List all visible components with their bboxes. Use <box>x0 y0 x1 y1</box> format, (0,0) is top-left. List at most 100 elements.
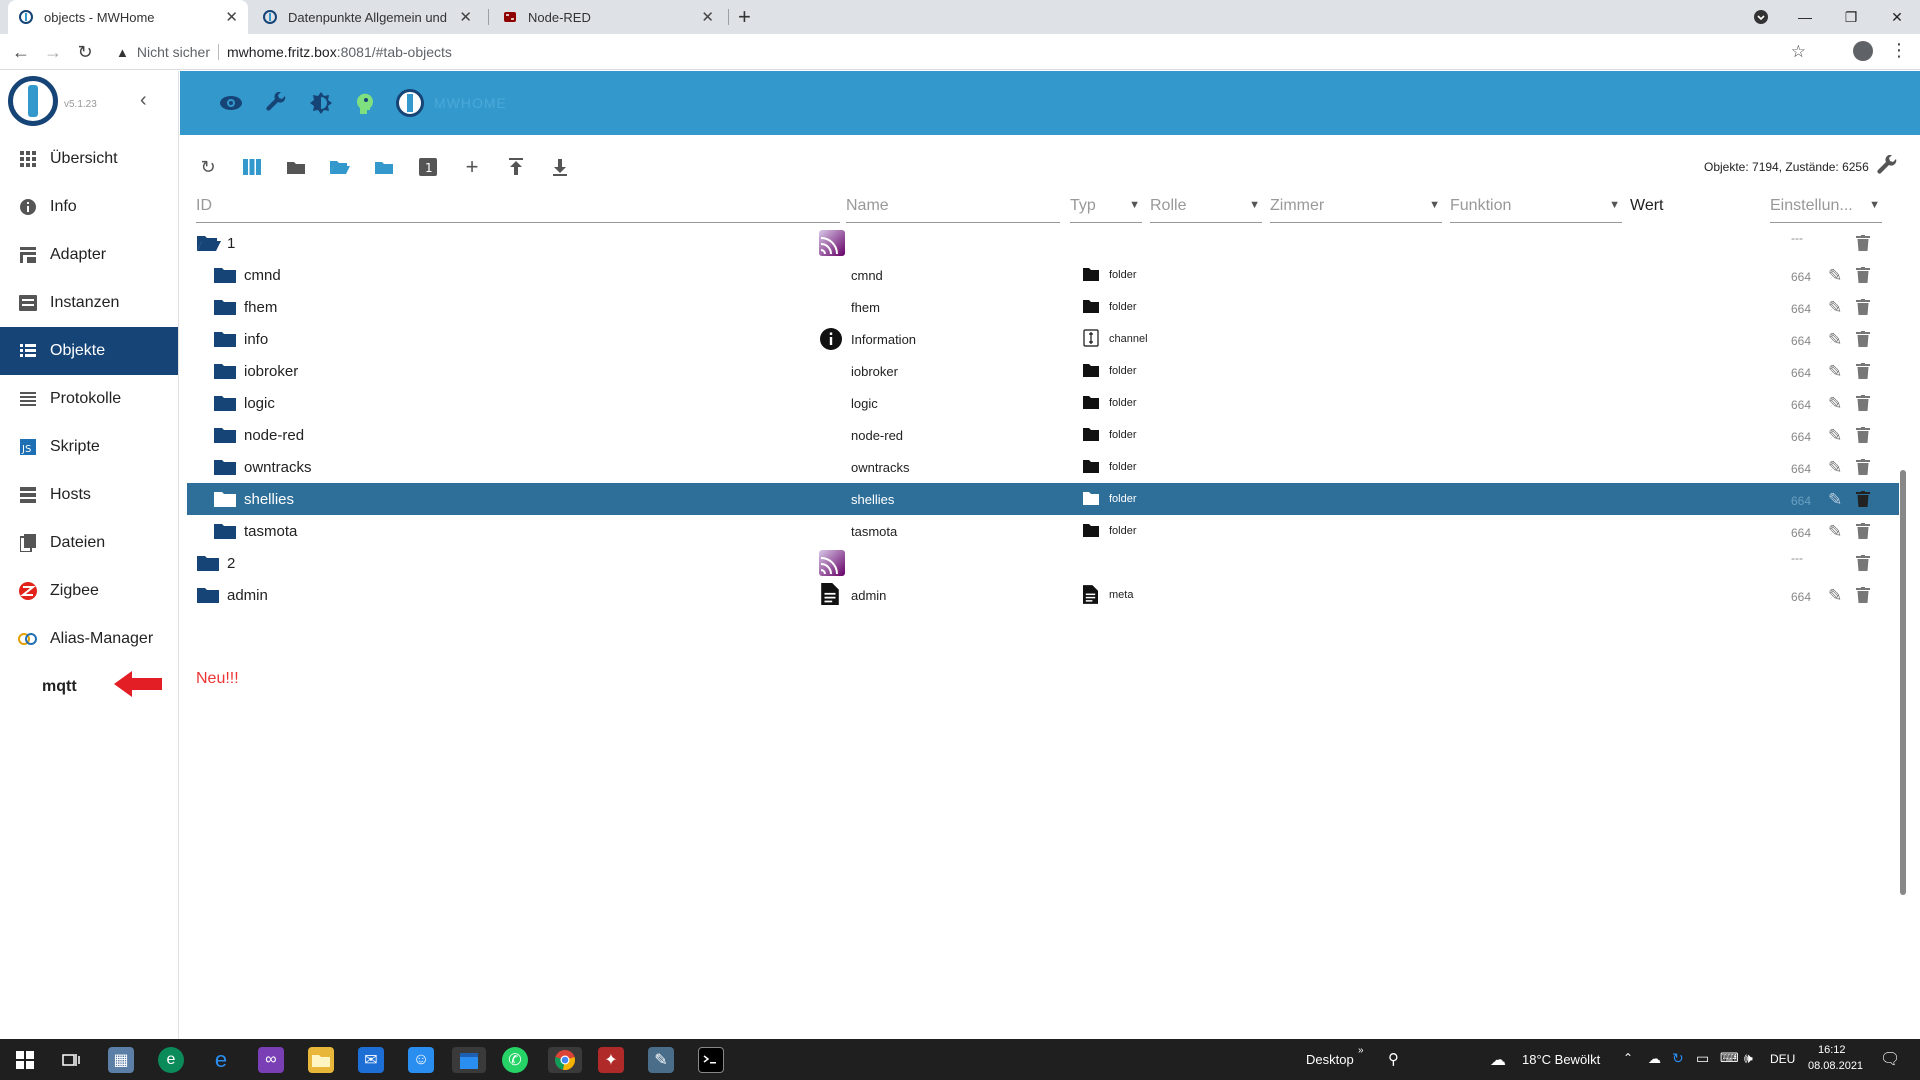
sidebar-item-skripte[interactable]: JS Skripte <box>0 423 178 471</box>
delete-trash-icon[interactable] <box>1856 267 1870 283</box>
close-icon[interactable]: ✕ <box>459 8 472 26</box>
folder-icon[interactable] <box>214 459 236 475</box>
volume-icon[interactable]: 🕪 <box>1744 1050 1753 1067</box>
visual-studio-icon[interactable]: ∞ <box>258 1047 284 1073</box>
language-label[interactable]: DEU <box>1770 1052 1795 1066</box>
delete-trash-icon[interactable] <box>1856 587 1870 603</box>
folder-icon[interactable] <box>214 363 236 379</box>
delete-trash-icon[interactable] <box>1856 427 1870 443</box>
people-search-icon[interactable]: ⚲ <box>1388 1050 1399 1068</box>
show-hidden-icons-icon[interactable]: ⌃ <box>1623 1051 1633 1065</box>
edit-pencil-icon[interactable]: ✎ <box>1828 330 1842 350</box>
sidebar-item-adapter[interactable]: Adapter <box>0 231 178 279</box>
delete-trash-icon[interactable] <box>1856 363 1870 379</box>
notifications-icon[interactable]: 🗨 <box>1880 1049 1900 1069</box>
edit-pencil-icon[interactable]: ✎ <box>1828 586 1842 606</box>
delete-trash-icon[interactable] <box>1856 235 1870 251</box>
edge-icon[interactable]: e <box>158 1047 184 1073</box>
window-close-icon[interactable]: ✕ <box>1874 0 1920 34</box>
sidebar-item-info[interactable]: Info <box>0 183 178 231</box>
delete-trash-icon[interactable] <box>1856 331 1870 347</box>
room-filter-select[interactable]: Zimmer ▼ <box>1270 193 1442 223</box>
ime-icon[interactable]: ⌨ <box>1720 1050 1739 1066</box>
delete-trash-icon[interactable] <box>1856 523 1870 539</box>
clock-time[interactable]: 16:12 <box>1818 1044 1846 1056</box>
table-row[interactable]: iobroker iobroker folder 664 ✎ <box>187 355 1899 387</box>
whatsapp-icon[interactable]: ✆ <box>502 1047 528 1073</box>
sidebar-item-instanzen[interactable]: Instanzen <box>0 279 178 327</box>
insecure-label[interactable]: Nicht sicher <box>137 44 210 60</box>
edit-pencil-icon[interactable]: ✎ <box>1828 522 1842 542</box>
upload-icon[interactable] <box>504 155 528 179</box>
table-row[interactable]: info Information channel 664 ✎ <box>187 323 1899 355</box>
folder-open-icon[interactable] <box>328 155 352 179</box>
tab-node-red[interactable]: Node-RED ✕ <box>492 0 724 34</box>
eye-icon[interactable] <box>216 88 246 118</box>
function-filter-select[interactable]: Funktion ▼ <box>1450 193 1622 223</box>
sidebar-item-uebersicht[interactable]: Übersicht <box>0 135 178 183</box>
folder-icon[interactable] <box>214 331 236 347</box>
close-icon[interactable]: ✕ <box>701 8 714 26</box>
folder-icon[interactable] <box>197 555 219 571</box>
folder-open-icon[interactable] <box>197 235 221 251</box>
edit-pencil-icon[interactable]: ✎ <box>1828 298 1842 318</box>
edit-pencil-icon[interactable]: ✎ <box>1828 458 1842 478</box>
expert-mode-icon[interactable] <box>351 88 381 118</box>
add-icon[interactable]: + <box>460 154 484 179</box>
sidebar-item-protokolle[interactable]: Protokolle <box>0 375 178 423</box>
reload-icon[interactable]: ↻ <box>74 42 96 63</box>
mail-icon[interactable]: ✉ <box>358 1047 384 1073</box>
chrome-icon[interactable] <box>548 1047 582 1073</box>
delete-trash-icon[interactable] <box>1856 491 1870 507</box>
type-filter-select[interactable]: Typ ▼ <box>1070 193 1142 223</box>
back-icon[interactable]: ← <box>10 42 32 63</box>
warning-icon[interactable]: ▲ <box>116 45 129 60</box>
browser-menu-icon[interactable]: ⋮ <box>1890 40 1908 61</box>
table-row[interactable]: logic logic folder 664 ✎ <box>187 387 1899 419</box>
folder-icon[interactable] <box>214 267 236 283</box>
settings-wrench-icon[interactable] <box>1876 154 1898 183</box>
sidebar-item-hosts[interactable]: Hosts <box>0 471 178 519</box>
folder-icon[interactable] <box>284 155 308 179</box>
weather-label[interactable]: 18°C Bewölkt <box>1522 1052 1600 1067</box>
edit-pencil-icon[interactable]: ✎ <box>1828 394 1842 414</box>
chevron-double-icon[interactable]: » <box>1358 1045 1364 1056</box>
forward-icon[interactable]: → <box>42 42 64 63</box>
edit-pencil-icon[interactable]: ✎ <box>1828 426 1842 446</box>
settings-filter-select[interactable]: Einstellun... ▼ <box>1770 193 1882 223</box>
network-icon[interactable]: ▭ <box>1696 1050 1709 1067</box>
file-explorer-icon[interactable] <box>308 1047 334 1073</box>
sidebar-item-objekte[interactable]: Objekte <box>0 327 178 375</box>
calendar-app-icon[interactable] <box>452 1047 486 1073</box>
folder-icon[interactable] <box>214 491 236 507</box>
restore-icon[interactable]: ❐ <box>1828 0 1874 34</box>
table-row[interactable]: tasmota tasmota folder 664 ✎ <box>187 515 1899 547</box>
terminal-icon[interactable] <box>698 1047 724 1073</box>
id-filter-input[interactable]: ID <box>196 193 840 223</box>
table-row[interactable]: fhem fhem folder 664 ✎ <box>187 291 1899 323</box>
sync-icon[interactable]: ↻ <box>1672 1050 1684 1067</box>
sidebar-item-alias-manager[interactable]: Alias-Manager <box>0 615 178 663</box>
scrollbar-thumb[interactable] <box>1900 470 1906 895</box>
profile-avatar-icon[interactable] <box>1853 41 1873 61</box>
folder-closed-icon[interactable] <box>372 155 396 179</box>
edit-pencil-icon[interactable]: ✎ <box>1828 362 1842 382</box>
people-icon[interactable]: ☺ <box>408 1047 434 1073</box>
internet-explorer-icon[interactable]: e <box>208 1047 234 1073</box>
minimize-icon[interactable]: — <box>1782 0 1828 34</box>
delete-trash-icon[interactable] <box>1856 459 1870 475</box>
clock-date[interactable]: 08.08.2021 <box>1808 1060 1863 1072</box>
download-icon[interactable] <box>548 155 572 179</box>
tab-search-icon[interactable] <box>1738 0 1784 34</box>
edit-pencil-icon[interactable]: ✎ <box>1828 490 1842 510</box>
onedrive-icon[interactable]: ☁ <box>1648 1051 1661 1067</box>
folder-icon[interactable] <box>214 299 236 315</box>
task-view-icon[interactable] <box>58 1047 84 1073</box>
desktop-toolbar-label[interactable]: Desktop <box>1306 1052 1354 1067</box>
folder-icon[interactable] <box>197 587 219 603</box>
folder-icon[interactable] <box>214 395 236 411</box>
paint-app-icon[interactable]: ✎ <box>648 1047 674 1073</box>
folder-icon[interactable] <box>214 523 236 539</box>
role-filter-select[interactable]: Rolle ▼ <box>1150 193 1262 223</box>
table-row[interactable]: 2 --- <box>187 547 1899 579</box>
